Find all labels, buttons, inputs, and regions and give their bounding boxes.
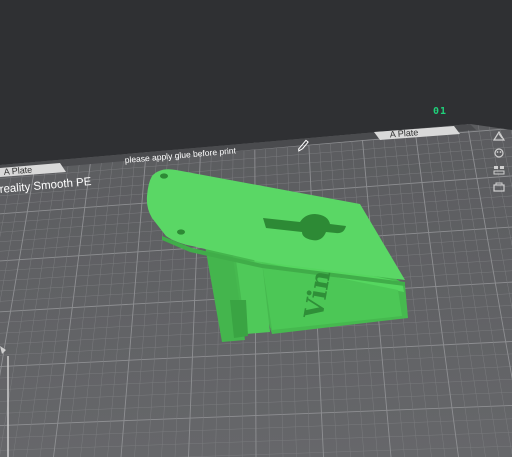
palette-icon[interactable] (492, 147, 506, 159)
plate-settings-icon[interactable] (492, 181, 506, 193)
arrange-icon[interactable] (492, 164, 506, 176)
orient-icon[interactable] (492, 130, 506, 142)
3d-viewport[interactable]: A Plate A Plate please apply glue before… (0, 0, 512, 457)
plate-toolbar (488, 130, 510, 193)
plate-number: 01 (433, 106, 448, 117)
